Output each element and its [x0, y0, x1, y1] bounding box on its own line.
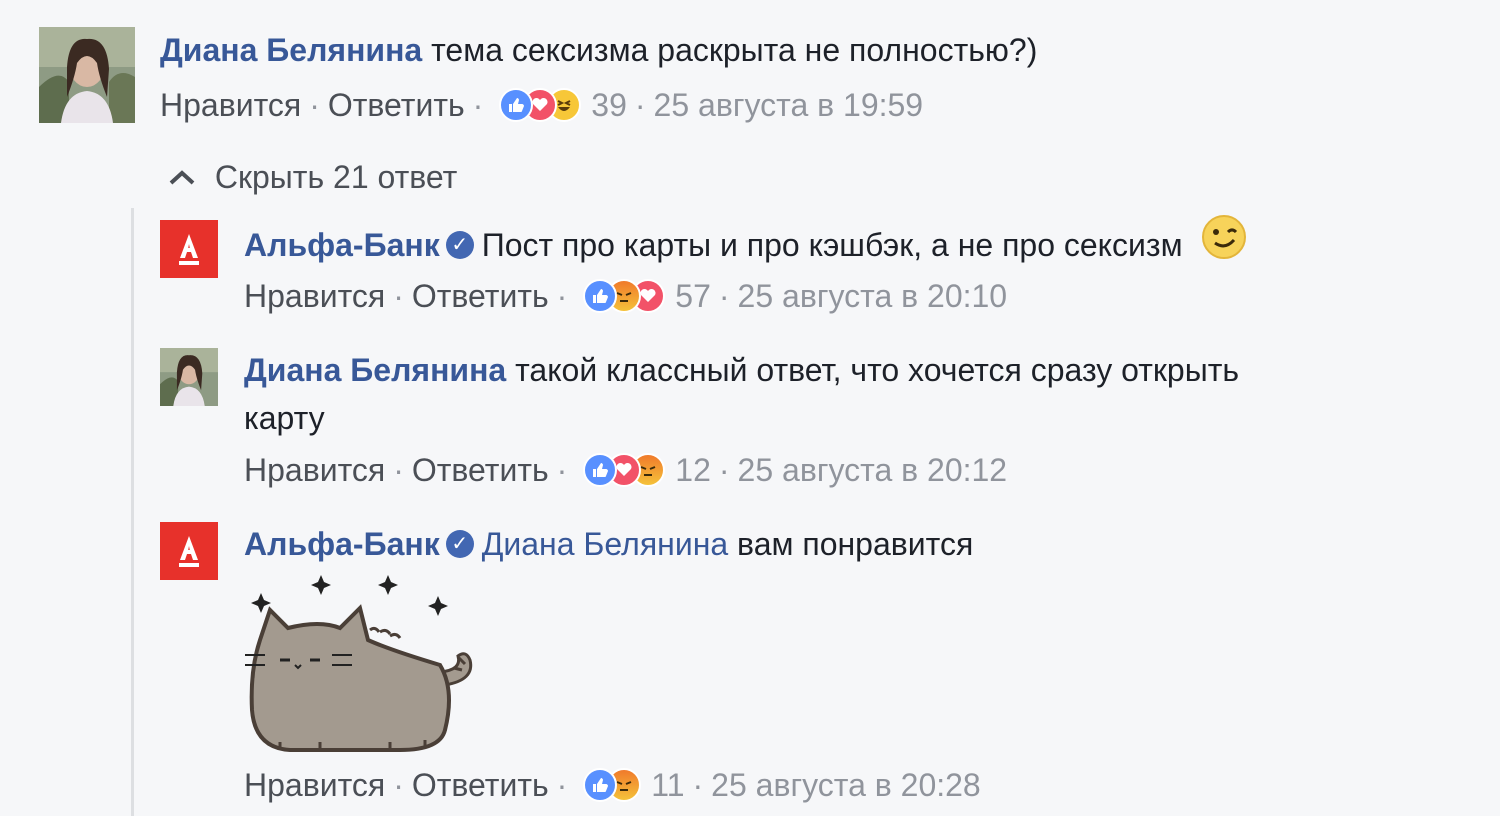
reaction-count[interactable]: 57: [675, 278, 711, 315]
comment-author-link[interactable]: Альфа-Банк: [244, 227, 440, 263]
reaction-count[interactable]: 11: [651, 767, 684, 804]
like-button[interactable]: Нравится: [160, 87, 301, 124]
separator-dot: ·: [692, 766, 704, 803]
comment-author-link[interactable]: Альфа-Банк: [244, 526, 440, 562]
mention-link[interactable]: Диана Белянина: [482, 526, 728, 562]
wink-emoji-icon: [1201, 214, 1247, 273]
comment-timestamp[interactable]: 25 августа в 19:59: [654, 87, 924, 124]
separator-dot: ·: [393, 277, 404, 314]
reply-thread-line: [131, 208, 134, 816]
comment-author-link[interactable]: Диана Белянина: [244, 352, 506, 388]
separator-dot: ·: [472, 86, 484, 123]
alfa-bank-logo-avatar[interactable]: [160, 522, 218, 580]
avatar[interactable]: [39, 27, 135, 123]
alfa-bank-logo-avatar[interactable]: [160, 220, 218, 278]
reply-button[interactable]: Ответить: [412, 452, 549, 489]
comment-text-continued: карту: [244, 400, 325, 436]
comment-timestamp[interactable]: 25 августа в 20:10: [738, 278, 1008, 315]
chevron-up-icon: [168, 155, 206, 199]
hide-replies-label: Скрыть 21 ответ: [214, 159, 458, 195]
reply-button[interactable]: Ответить: [412, 767, 549, 804]
comment-text: такой классный ответ, что хочется сразу …: [515, 352, 1240, 388]
reply-button[interactable]: Ответить: [412, 278, 549, 315]
comment-text: тема сексизма раскрыта не полностью?): [431, 32, 1038, 68]
reply-button[interactable]: Ответить: [328, 87, 465, 124]
reactions-summary[interactable]: [499, 88, 582, 122]
separator-dot: ·: [393, 451, 404, 488]
reaction-count[interactable]: 39: [591, 87, 627, 124]
separator-dot: ·: [309, 86, 320, 123]
comment-timestamp[interactable]: 25 августа в 20:28: [711, 767, 981, 804]
separator-dot: ·: [718, 451, 730, 488]
comment-text: Пост про карты и про кэшбэк, а не про се…: [481, 226, 1183, 263]
comment-timestamp[interactable]: 25 августа в 20:12: [738, 452, 1008, 489]
separator-dot: ·: [556, 277, 568, 314]
reactions-summary[interactable]: [583, 453, 666, 487]
separator-dot: ·: [634, 86, 646, 123]
reactions-summary[interactable]: [583, 279, 666, 313]
hide-replies-link[interactable]: Скрыть 21 ответ: [168, 155, 457, 199]
like-button[interactable]: Нравится: [244, 767, 385, 804]
separator-dot: ·: [556, 766, 568, 803]
separator-dot: ·: [393, 766, 404, 803]
separator-dot: ·: [718, 277, 730, 314]
comment-author-link[interactable]: Диана Белянина: [160, 32, 422, 68]
like-button[interactable]: Нравится: [244, 452, 385, 489]
comment-text: вам понравится: [737, 526, 974, 562]
pusheen-cat-sticker[interactable]: [240, 570, 485, 755]
reaction-count[interactable]: 12: [675, 452, 711, 489]
verified-badge-icon: ✓: [445, 529, 474, 558]
avatar[interactable]: [160, 348, 218, 406]
verified-badge-icon: ✓: [445, 230, 474, 259]
separator-dot: ·: [556, 451, 568, 488]
like-button[interactable]: Нравится: [244, 278, 385, 315]
reactions-summary[interactable]: [583, 768, 642, 802]
